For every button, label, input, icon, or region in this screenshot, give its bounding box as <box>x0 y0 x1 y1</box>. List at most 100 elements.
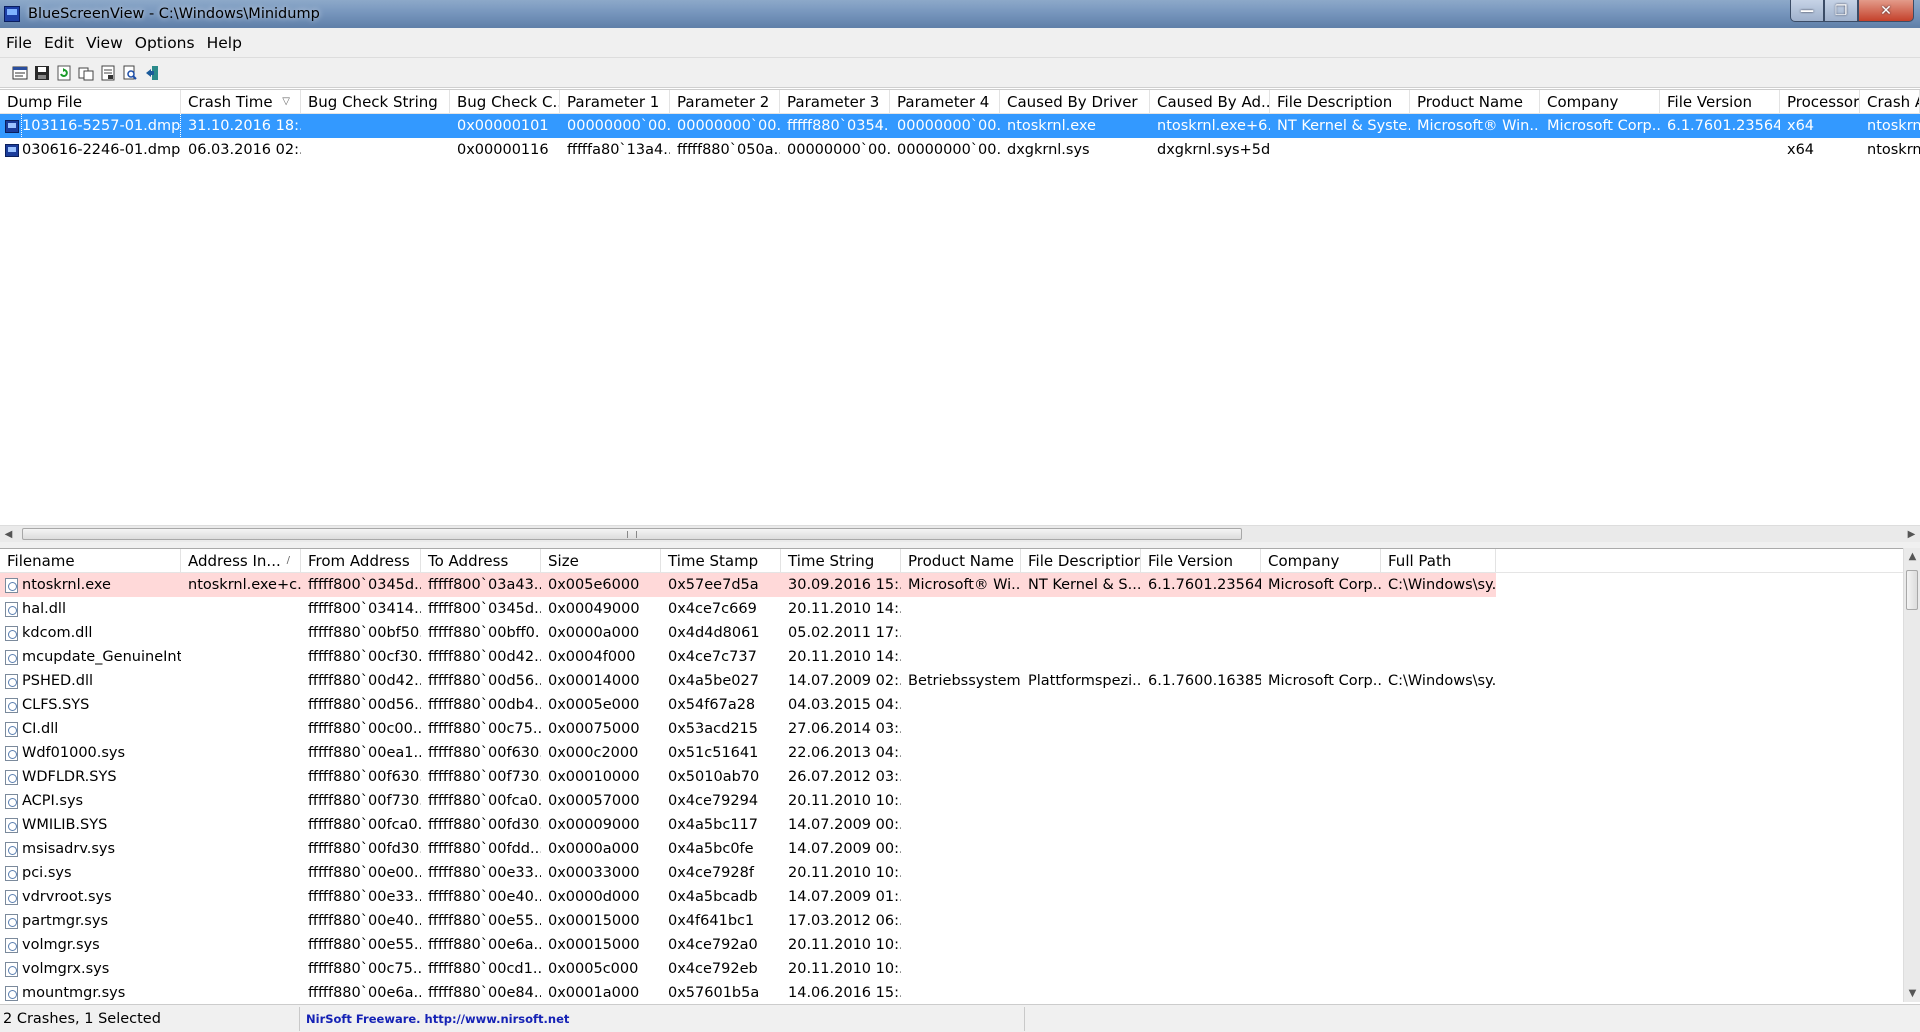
cell-product-name <box>901 981 1021 1002</box>
driver-row[interactable]: Wdf01000.sys fffff880`00ea1... fffff880`00… <box>0 741 1920 765</box>
col-parameter-3[interactable]: Parameter 3 <box>780 90 890 113</box>
driver-row[interactable]: kdcom.dll fffff880`00bf50... fffff880`00bf… <box>0 621 1920 645</box>
scroll-right-icon[interactable]: ▶ <box>1903 526 1920 543</box>
driver-row[interactable]: CI.dll fffff880`00c00... fffff880`00c75...… <box>0 717 1920 741</box>
html-report-button[interactable] <box>10 63 30 83</box>
cell-to-address: fffff880`00e6a... <box>428 937 541 953</box>
cell-file-version <box>1141 693 1261 717</box>
cell-time-string: 04.03.2015 04:... <box>788 697 901 713</box>
driver-list[interactable]: Filename Address In... / From Address To … <box>0 548 1920 1002</box>
col-full-path[interactable]: Full Path <box>1381 549 1496 572</box>
col-bug-check-string[interactable]: Bug Check String <box>301 90 450 113</box>
driver-row[interactable]: WMILIB.SYS fffff880`00fca0... fffff880`00f… <box>0 813 1920 837</box>
hscroll-thumb[interactable] <box>22 528 1242 540</box>
maximize-button[interactable]: ❐ <box>1824 0 1858 22</box>
col-from-address[interactable]: From Address <box>301 549 421 572</box>
cell-company <box>1261 837 1381 861</box>
cell-file-version <box>1141 837 1261 861</box>
cell-from-address: fffff880`00e55... <box>308 937 421 953</box>
driver-row[interactable]: pci.sys fffff880`00e00... fffff880`00e33..… <box>0 861 1920 885</box>
crash-list[interactable]: Dump File Crash Time ▽ Bug Check String B… <box>0 89 1920 525</box>
properties-button[interactable] <box>98 63 118 83</box>
driver-row[interactable]: vdrvroot.sys fffff880`00e33... fffff880`00… <box>0 885 1920 909</box>
driver-row[interactable]: mcupdate_GenuineInt... fffff880`00cf30...… <box>0 645 1920 669</box>
col-crash-time[interactable]: Crash Time ▽ <box>181 90 301 113</box>
col-company[interactable]: Company <box>1261 549 1381 572</box>
driver-row[interactable]: msisadrv.sys fffff880`00fd30... fffff880`0… <box>0 837 1920 861</box>
driver-row[interactable]: volmgrx.sys fffff880`00c75... fffff880`00c… <box>0 957 1920 981</box>
col-product-name[interactable]: Product Name <box>901 549 1021 572</box>
app-icon <box>4 6 20 22</box>
driver-row[interactable]: volmgr.sys fffff880`00e55... fffff880`00e6… <box>0 933 1920 957</box>
refresh-button[interactable] <box>54 63 74 83</box>
close-button[interactable]: ✕ <box>1858 0 1914 22</box>
driver-row[interactable]: partmgr.sys fffff880`00e40... fffff880`00e… <box>0 909 1920 933</box>
nirsoft-link[interactable]: NirSoft Freeware. http://www.nirsoft.net <box>300 1006 1025 1031</box>
cell-full-path <box>1381 813 1496 837</box>
menu-view[interactable]: View <box>80 34 129 52</box>
col-address-in-stack[interactable]: Address In... / <box>181 549 301 572</box>
cell-time-stamp: 0x4f641bc1 <box>668 913 755 929</box>
menu-file[interactable]: File <box>0 34 38 52</box>
driver-row[interactable]: WDFLDR.SYS fffff880`00f630... fffff880`00f… <box>0 765 1920 789</box>
find-button[interactable] <box>120 63 140 83</box>
cell-filename: WMILIB.SYS <box>0 813 181 837</box>
col-file-description[interactable]: File Description <box>1270 90 1410 113</box>
crash-row[interactable]: 103116-5257-01.dmp 31.10.2016 18:... 0x000… <box>0 114 1920 138</box>
window-title: BlueScreenView - C:\Windows\Minidump <box>28 6 320 22</box>
minimize-button[interactable]: — <box>1790 0 1824 22</box>
col-company[interactable]: Company <box>1540 90 1660 113</box>
col-product-name[interactable]: Product Name <box>1410 90 1540 113</box>
driver-row[interactable]: mountmgr.sys fffff880`00e6a... fffff880`00… <box>0 981 1920 1002</box>
scroll-up-icon[interactable]: ▲ <box>1904 548 1920 565</box>
vscroll-thumb[interactable] <box>1906 570 1918 610</box>
cell-from-address: fffff880`00e6a... <box>308 985 421 1001</box>
driver-row[interactable]: ACPI.sys fffff880`00f730... fffff880`00fca… <box>0 789 1920 813</box>
menu-options[interactable]: Options <box>129 34 201 52</box>
col-crash-address[interactable]: Crash Ad <box>1860 90 1920 113</box>
cell-crash-address: ntoskrnl <box>1867 118 1920 134</box>
menu-help[interactable]: Help <box>201 34 248 52</box>
copy-button[interactable] <box>76 63 96 83</box>
col-dump-file[interactable]: Dump File <box>0 90 181 113</box>
scroll-down-icon[interactable]: ▼ <box>1904 985 1920 1002</box>
col-caused-by-address[interactable]: Caused By Ad... <box>1150 90 1270 113</box>
driver-row[interactable]: PSHED.dll fffff880`00d42... fffff880`00d56… <box>0 669 1920 693</box>
driver-file-icon <box>5 721 18 737</box>
cell-crash-time: 31.10.2016 18:... <box>188 118 301 134</box>
col-file-version[interactable]: File Version <box>1660 90 1780 113</box>
cell-address-in-stack <box>181 669 301 693</box>
col-time-string[interactable]: Time String <box>781 549 901 572</box>
col-processor[interactable]: Processor <box>1780 90 1860 113</box>
menu-edit[interactable]: Edit <box>38 34 80 52</box>
col-time-stamp[interactable]: Time Stamp <box>661 549 781 572</box>
col-parameter-2[interactable]: Parameter 2 <box>670 90 780 113</box>
exit-button[interactable] <box>142 63 162 83</box>
col-filename[interactable]: Filename <box>0 549 181 572</box>
driver-file-icon <box>5 769 18 785</box>
cell-company <box>1261 861 1381 885</box>
col-parameter-1[interactable]: Parameter 1 <box>560 90 670 113</box>
col-file-version[interactable]: File Version <box>1141 549 1261 572</box>
driver-row[interactable]: hal.dll fffff800`03414... fffff800`0345d..… <box>0 597 1920 621</box>
driver-row[interactable]: CLFS.SYS fffff880`00d56... fffff880`00db4.… <box>0 693 1920 717</box>
cell-file-version <box>1660 138 1780 162</box>
save-button[interactable] <box>32 63 52 83</box>
col-parameter-4[interactable]: Parameter 4 <box>890 90 1000 113</box>
cell-full-path <box>1381 861 1496 885</box>
driver-list-vscrollbar[interactable]: ▲ ▼ <box>1903 548 1920 1002</box>
col-caused-by-driver[interactable]: Caused By Driver <box>1000 90 1150 113</box>
col-size[interactable]: Size <box>541 549 661 572</box>
col-file-description[interactable]: File Description <box>1021 549 1141 572</box>
sort-indicator-icon: ▽ <box>282 96 290 107</box>
crash-list-hscrollbar[interactable]: ◀ ▶ <box>0 525 1920 542</box>
col-bug-check-code[interactable]: Bug Check C... <box>450 90 560 113</box>
cell-file-description <box>1021 837 1141 861</box>
cell-size: 0x00015000 <box>548 937 640 953</box>
crash-row[interactable]: 030616-2246-01.dmp 06.03.2016 02:... 0x000… <box>0 138 1920 162</box>
driver-row[interactable]: ntoskrnl.exe ntoskrnl.exe+c... fffff800`03… <box>0 573 1920 597</box>
cell-size: 0x00009000 <box>548 817 640 833</box>
driver-file-icon <box>5 913 18 929</box>
col-to-address[interactable]: To Address <box>421 549 541 572</box>
scroll-left-icon[interactable]: ◀ <box>0 526 17 543</box>
